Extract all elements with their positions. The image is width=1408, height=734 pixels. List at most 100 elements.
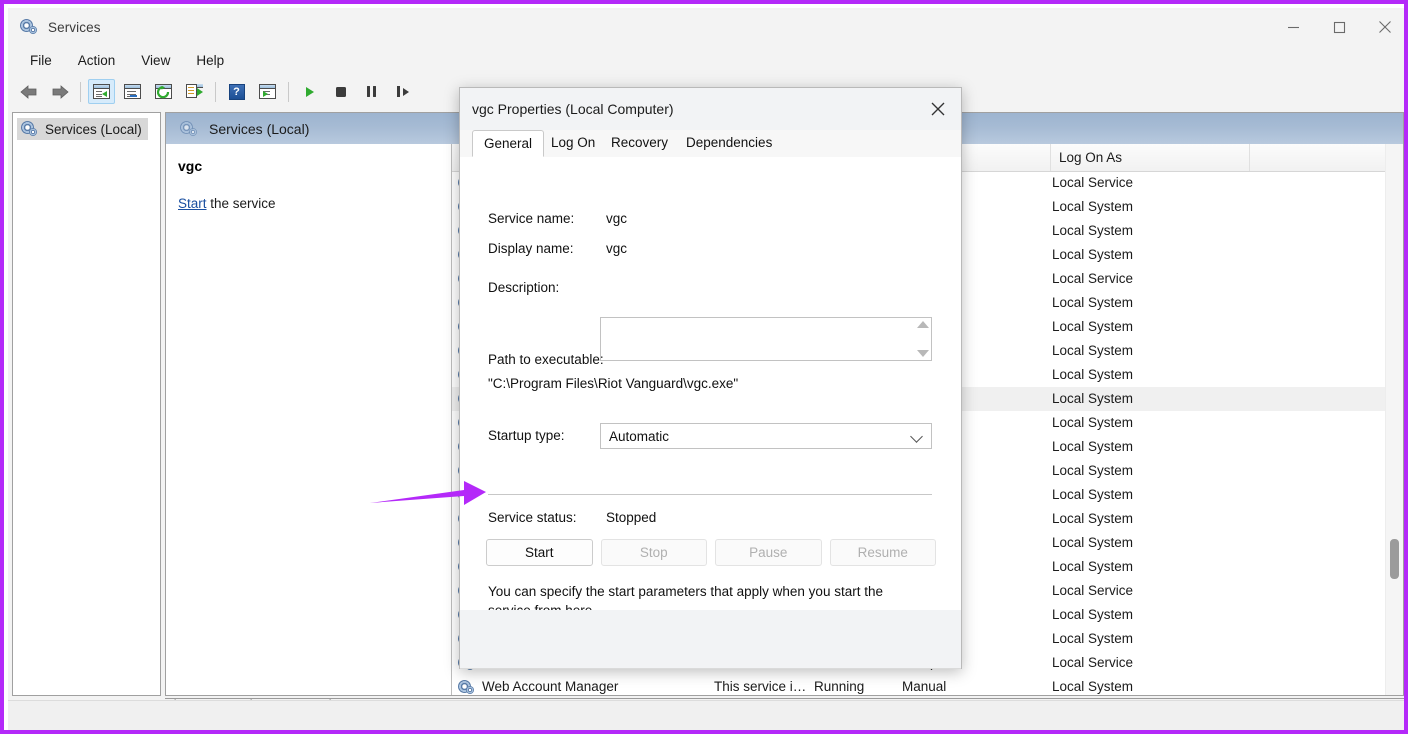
cell-log-on-as: Local System bbox=[1052, 415, 1134, 430]
maximize-button[interactable] bbox=[1316, 8, 1362, 46]
chevron-down-icon bbox=[912, 431, 923, 442]
detail-action-suffix: the service bbox=[206, 196, 276, 211]
toolbar-separator bbox=[80, 81, 81, 102]
service-status-value: Stopped bbox=[606, 510, 657, 525]
dialog-close-button[interactable] bbox=[915, 88, 961, 130]
cell-log-on-as: Local System bbox=[1052, 463, 1134, 478]
service-name-value: vgc bbox=[606, 211, 628, 226]
service-status-label: Service status: bbox=[488, 510, 577, 525]
column-header-log-on-as[interactable]: Log On As bbox=[1050, 144, 1250, 171]
tree-node-services-local[interactable]: Services (Local) bbox=[17, 118, 148, 140]
restart-service-icon[interactable] bbox=[389, 79, 416, 104]
close-button[interactable] bbox=[1362, 8, 1404, 46]
dialog-title-bar: vgc Properties (Local Computer) bbox=[460, 88, 961, 130]
description-scrollbar[interactable] bbox=[914, 318, 931, 360]
cell-log-on-as: Local System bbox=[1052, 319, 1134, 334]
window-controls bbox=[1270, 8, 1404, 46]
service-name-label: Service name: bbox=[488, 211, 575, 226]
menu-help[interactable]: Help bbox=[184, 50, 236, 71]
cell-log-on-as: Local System bbox=[1052, 607, 1134, 622]
cell-log-on-as: Local System bbox=[1052, 439, 1134, 454]
dialog-footer: OK Cancel Apply bbox=[460, 610, 961, 668]
menu-view[interactable]: View bbox=[129, 50, 182, 71]
service-details-panel: vgc Start the service bbox=[166, 144, 452, 695]
cell-log-on-as: Local System bbox=[1052, 199, 1134, 214]
cell-status: Running bbox=[814, 679, 865, 694]
display-name-label: Display name: bbox=[488, 241, 574, 256]
refresh-icon[interactable] bbox=[150, 79, 177, 104]
cell-service-name: Web Account Manager bbox=[482, 679, 619, 694]
export-list-icon[interactable] bbox=[181, 79, 208, 104]
properties-icon[interactable] bbox=[119, 79, 146, 104]
pane-banner-label: Services (Local) bbox=[209, 120, 310, 137]
cell-description: This service i… bbox=[714, 679, 807, 694]
tab-recovery[interactable]: Recovery bbox=[600, 130, 679, 157]
start-service-icon[interactable] bbox=[296, 79, 323, 104]
status-bar bbox=[8, 700, 1404, 730]
startup-type-dropdown[interactable]: Automatic bbox=[600, 423, 932, 449]
cell-log-on-as: Local System bbox=[1052, 343, 1134, 358]
cell-log-on-as: Local System bbox=[1052, 559, 1134, 574]
start-service-link[interactable]: Start bbox=[178, 196, 207, 211]
cell-log-on-as: Local System bbox=[1052, 631, 1134, 646]
tabstrip-top-rule bbox=[165, 698, 1404, 699]
scroll-up-icon[interactable] bbox=[916, 321, 929, 328]
general-tab-page: Service name: vgc Display name: vgc Desc… bbox=[460, 157, 961, 669]
cell-log-on-as: Local Service bbox=[1052, 271, 1134, 286]
services-gear-icon bbox=[180, 120, 199, 138]
menu-file[interactable]: File bbox=[18, 50, 64, 71]
minimize-button[interactable] bbox=[1270, 8, 1316, 46]
path-to-executable-label: Path to executable: bbox=[488, 352, 604, 367]
start-button[interactable]: Start bbox=[486, 539, 593, 566]
cell-log-on-as: Local Service bbox=[1052, 175, 1134, 190]
services-gear-icon bbox=[21, 121, 38, 137]
forward-arrow-icon[interactable] bbox=[46, 79, 73, 104]
annotated-screenshot-frame: Services File Action View Help ? Service… bbox=[0, 0, 1408, 734]
detail-action-text: Start the service bbox=[178, 196, 451, 211]
description-textarea[interactable] bbox=[600, 317, 932, 361]
scroll-down-icon[interactable] bbox=[916, 350, 929, 357]
dialog-tabbar: General Log On Recovery Dependencies bbox=[460, 130, 961, 158]
stop-service-icon[interactable] bbox=[327, 79, 354, 104]
show-action-pane-icon[interactable] bbox=[254, 79, 281, 104]
title-bar: Services bbox=[8, 8, 1404, 46]
cell-log-on-as: Local System bbox=[1052, 487, 1134, 502]
cell-log-on-as: Local System bbox=[1052, 295, 1134, 310]
services-window: Services File Action View Help ? Service… bbox=[8, 8, 1404, 730]
show-hide-console-tree-icon[interactable] bbox=[88, 79, 115, 104]
cell-log-on-as: Local System bbox=[1052, 679, 1134, 694]
scrollbar-thumb[interactable] bbox=[1390, 539, 1399, 579]
back-arrow-icon[interactable] bbox=[15, 79, 42, 104]
tab-dependencies[interactable]: Dependencies bbox=[675, 130, 783, 157]
service-control-buttons: Start Stop Pause Resume bbox=[486, 539, 936, 566]
cell-startup-type: Manual bbox=[902, 679, 947, 694]
service-gear-icon bbox=[458, 675, 478, 695]
cell-log-on-as: Local Service bbox=[1052, 583, 1134, 598]
tab-general[interactable]: General bbox=[472, 130, 545, 157]
display-name-value: vgc bbox=[606, 241, 628, 256]
vgc-properties-dialog: vgc Properties (Local Computer) General … bbox=[459, 87, 962, 669]
path-to-executable-value: "C:\Program Files\Riot Vanguard\vgc.exe" bbox=[488, 376, 739, 391]
dialog-body: General Log On Recovery Dependencies Ser… bbox=[460, 130, 961, 669]
detail-service-name: vgc bbox=[178, 158, 203, 174]
startup-type-label: Startup type: bbox=[488, 428, 565, 443]
cell-log-on-as: Local System bbox=[1052, 391, 1134, 406]
table-row[interactable]: Web Account Manager This service i… Runnin… bbox=[452, 675, 1403, 695]
description-label: Description: bbox=[488, 280, 560, 295]
window-title: Services bbox=[48, 19, 101, 35]
cell-log-on-as: Local System bbox=[1052, 511, 1134, 526]
services-gear-icon bbox=[20, 18, 38, 36]
menu-action[interactable]: Action bbox=[66, 50, 128, 71]
cell-log-on-as: Local System bbox=[1052, 367, 1134, 382]
tab-log-on[interactable]: Log On bbox=[540, 130, 606, 157]
pause-service-icon[interactable] bbox=[358, 79, 385, 104]
cell-log-on-as: Local System bbox=[1052, 535, 1134, 550]
cell-log-on-as: Local System bbox=[1052, 247, 1134, 262]
cell-log-on-as: Local Service bbox=[1052, 655, 1134, 670]
pause-button: Pause bbox=[715, 539, 822, 566]
dialog-title: vgc Properties (Local Computer) bbox=[472, 101, 674, 117]
list-vertical-scrollbar[interactable] bbox=[1385, 144, 1403, 695]
help-icon[interactable]: ? bbox=[223, 79, 250, 104]
menu-bar: File Action View Help bbox=[8, 46, 1404, 76]
toolbar-separator bbox=[288, 81, 289, 102]
